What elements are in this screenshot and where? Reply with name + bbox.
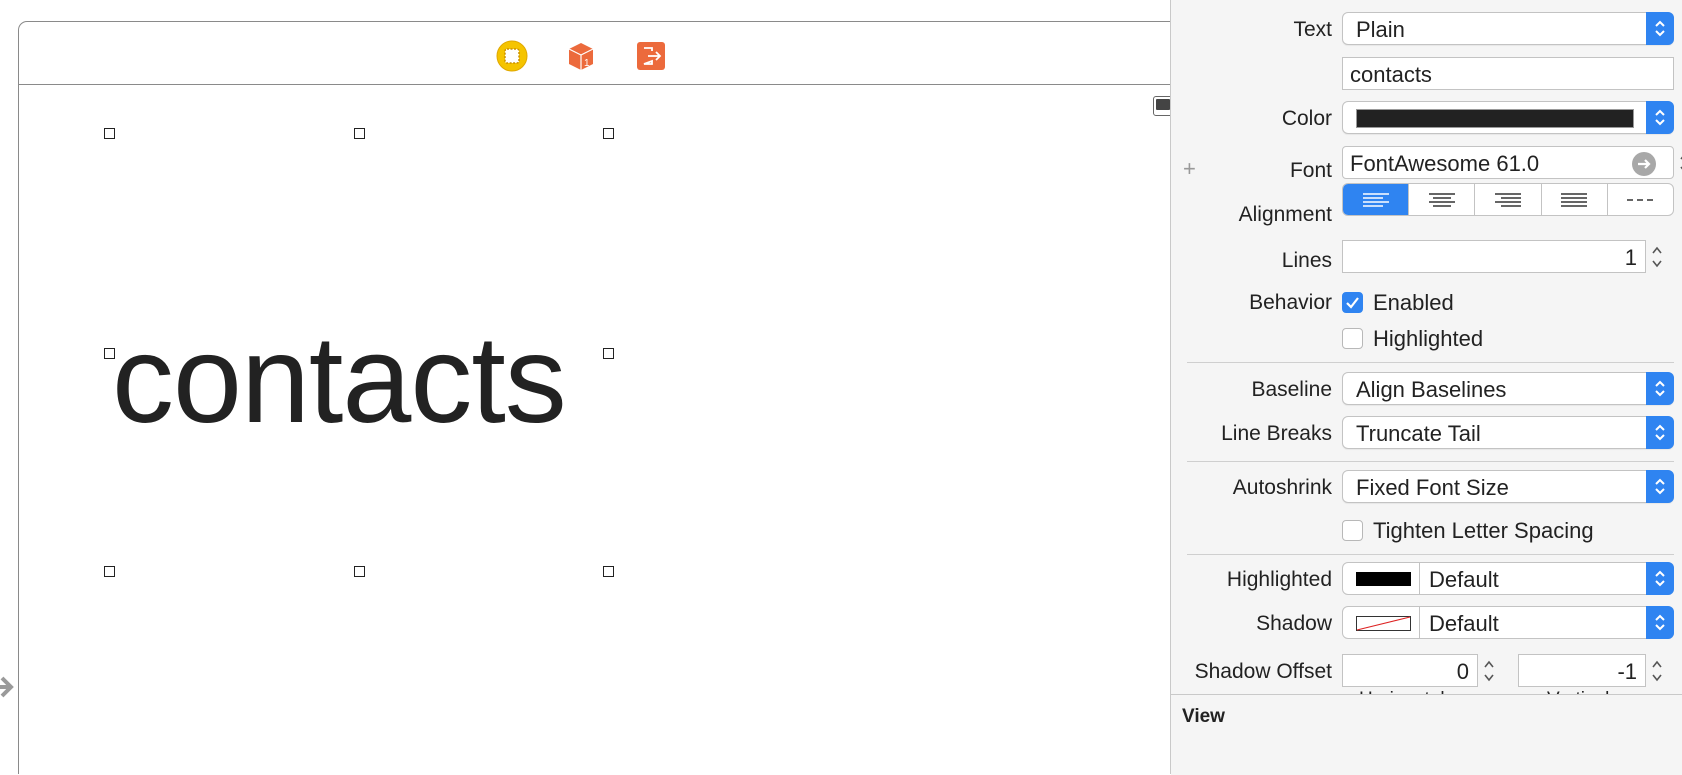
enabled-checkbox[interactable] [1342, 292, 1363, 313]
text-content-value: contacts [1350, 62, 1432, 87]
entry-point-arrow-icon[interactable] [0, 672, 16, 707]
autoshrink-popup[interactable]: Fixed Font Size [1342, 470, 1674, 503]
align-natural-icon[interactable] [1608, 184, 1673, 215]
autoshrink-label: Autoshrink [1232, 476, 1332, 499]
add-variation-icon[interactable]: + [1183, 156, 1196, 182]
enabled-label: Enabled [1373, 290, 1454, 315]
align-left-icon[interactable] [1343, 184, 1410, 215]
lines-stepper[interactable] [1649, 240, 1665, 273]
attributes-inspector: Text Plain contacts Color + Font FontAwe… [1170, 0, 1682, 775]
font-picker-icon[interactable] [1632, 152, 1656, 176]
alignment-segmented-control[interactable] [1342, 183, 1674, 216]
separator [1187, 461, 1674, 462]
resize-handle-bottom[interactable] [354, 566, 365, 577]
tighten-letter-spacing-checkbox[interactable] [1342, 520, 1363, 541]
highlighted-color-swatch-area[interactable] [1343, 563, 1420, 594]
shadow-offset-vertical-stepper[interactable] [1649, 654, 1665, 687]
svg-text:1: 1 [584, 58, 590, 69]
text-type-label: Text [1293, 18, 1332, 41]
popup-chevrons-icon [1646, 12, 1674, 45]
autoshrink-value: Fixed Font Size [1356, 475, 1509, 500]
alignment-label: Alignment [1238, 203, 1332, 226]
text-content-field[interactable]: contacts [1342, 57, 1674, 90]
highlighted-checkbox[interactable] [1342, 328, 1363, 349]
separator [1187, 362, 1674, 363]
align-right-icon[interactable] [1475, 184, 1542, 215]
popup-chevrons-icon [1646, 101, 1674, 134]
align-center-icon[interactable] [1409, 184, 1476, 215]
lines-label: Lines [1281, 249, 1332, 272]
popup-chevrons-icon [1646, 470, 1674, 503]
view-section-header[interactable]: View [1171, 694, 1682, 775]
shadow-offset-label: Shadow Offset [1194, 660, 1332, 683]
shadow-color-swatch-area[interactable] [1343, 607, 1420, 638]
popup-chevrons-icon [1646, 416, 1674, 449]
line-breaks-value: Truncate Tail [1356, 421, 1481, 446]
highlighted-color-popup[interactable]: Default [1342, 562, 1674, 595]
color-popup[interactable] [1342, 101, 1674, 134]
lines-field[interactable]: 1 [1342, 240, 1646, 273]
popup-chevrons-icon [1646, 606, 1674, 639]
shadow-offset-horizontal-stepper[interactable] [1481, 654, 1497, 687]
color-swatch [1356, 109, 1634, 128]
shadow-offset-horizontal-value: 0 [1456, 659, 1469, 684]
resize-handle-right[interactable] [603, 348, 614, 359]
shadow-offset-vertical-value: -1 [1617, 659, 1637, 684]
lines-value: 1 [1624, 245, 1637, 270]
baseline-label: Baseline [1251, 378, 1332, 401]
resize-handle-bottom-left[interactable] [104, 566, 115, 577]
separator [1187, 554, 1674, 555]
baseline-popup[interactable]: Align Baselines [1342, 372, 1674, 405]
shadow-offset-horizontal-field[interactable]: 0 [1342, 654, 1478, 687]
align-justified-icon[interactable] [1542, 184, 1608, 215]
resize-handle-top-right[interactable] [603, 128, 614, 139]
behavior-label: Behavior [1249, 291, 1332, 314]
tighten-letter-spacing-label: Tighten Letter Spacing [1373, 518, 1594, 543]
line-breaks-popup[interactable]: Truncate Tail [1342, 416, 1674, 449]
popup-chevrons-icon [1646, 562, 1674, 595]
no-color-swatch-icon [1356, 616, 1411, 631]
resize-handle-top[interactable] [354, 128, 365, 139]
baseline-value: Align Baselines [1356, 377, 1507, 402]
first-responder-icon[interactable]: 1 [565, 40, 597, 72]
resize-handle-bottom-right[interactable] [603, 566, 614, 577]
font-value: FontAwesome 61.0 [1350, 151, 1540, 176]
font-field[interactable]: FontAwesome 61.0 [1342, 146, 1674, 179]
shadow-color-value: Default [1429, 611, 1499, 636]
storyboard-canvas[interactable]: 1 contacts [0, 0, 1170, 774]
shadow-offset-vertical-field[interactable]: -1 [1518, 654, 1646, 687]
font-label: Font [1289, 159, 1332, 182]
resize-handle-top-left[interactable] [104, 128, 115, 139]
highlighted-color-label: Highlighted [1226, 568, 1332, 591]
highlighted-color-value: Default [1429, 567, 1499, 592]
popup-chevrons-icon [1646, 372, 1674, 405]
checkmark-icon [1346, 297, 1359, 309]
line-breaks-label: Line Breaks [1221, 422, 1332, 445]
selected-label[interactable]: contacts [112, 318, 567, 442]
highlighted-label: Highlighted [1373, 326, 1484, 351]
font-size-stepper[interactable] [1677, 146, 1682, 179]
text-type-popup[interactable]: Plain [1342, 12, 1674, 45]
highlighted-color-swatch [1356, 572, 1411, 586]
text-type-value: Plain [1356, 17, 1405, 42]
view-controller-icon[interactable] [496, 40, 528, 72]
scene-dock: 1 [19, 22, 1170, 85]
color-label: Color [1281, 107, 1332, 130]
resize-handle-left[interactable] [104, 348, 115, 359]
shadow-label: Shadow [1256, 612, 1332, 635]
scene-size-control[interactable] [1153, 96, 1170, 116]
exit-icon[interactable] [635, 40, 667, 72]
shadow-color-popup[interactable]: Default [1342, 606, 1674, 639]
view-section-title: View [1182, 706, 1225, 727]
